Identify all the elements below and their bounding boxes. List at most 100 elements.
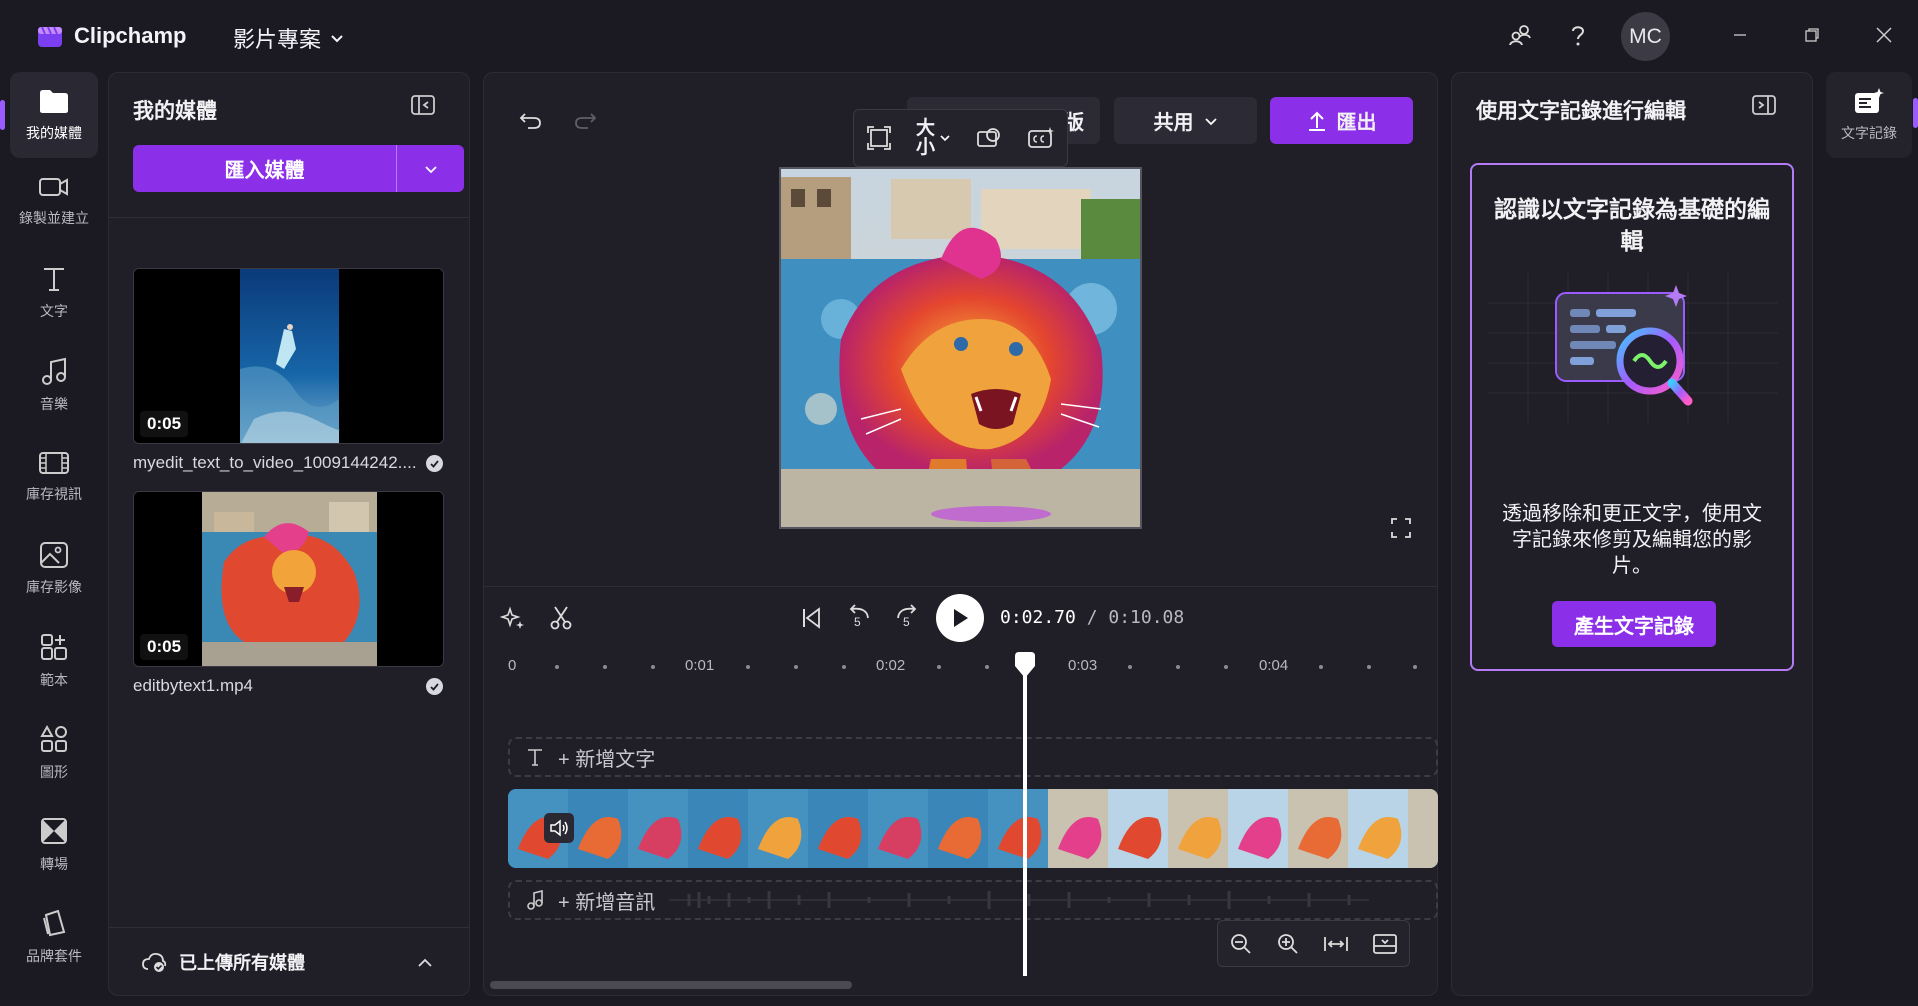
duration-badge: 0:05 <box>140 634 189 660</box>
rail-label: 文字記錄 <box>1841 125 1897 141</box>
transcript-panel: 使用文字記錄進行編輯 認識以文字記錄為基礎的編輯 透過移除和更正文字，使用文字記… <box>1451 72 1813 996</box>
ruler-tick <box>1367 665 1371 669</box>
export-label: 匯出 <box>1336 112 1377 134</box>
current-time: 0:02.70 <box>1000 607 1076 628</box>
lion-preview-frame <box>781 169 1140 527</box>
nav-text[interactable]: 文字 <box>10 250 98 336</box>
ruler-tick <box>985 665 989 669</box>
nav-label: 庫存視訊 <box>26 486 82 502</box>
transcript-icon <box>1855 88 1884 113</box>
play-button[interactable] <box>936 594 984 642</box>
media-thumbnail[interactable]: 0:05 <box>133 491 444 667</box>
clipchamp-logo-icon <box>38 26 62 47</box>
rewind-seconds: 5 <box>854 615 861 629</box>
nav-record-create[interactable]: 錄製並建立 <box>10 158 98 244</box>
rail-transcript[interactable]: 文字記錄 <box>1826 72 1912 158</box>
import-options-dropdown[interactable] <box>397 145 464 192</box>
rewind-5s-icon[interactable]: 5 <box>845 603 873 631</box>
right-rail: 文字記錄 <box>1824 70 1918 1006</box>
ruler-tick <box>651 665 655 669</box>
text-icon <box>44 268 64 291</box>
video-clip-track[interactable] <box>508 789 1438 868</box>
volume-icon[interactable] <box>544 813 574 843</box>
video-filmstrip <box>508 789 1438 868</box>
close-icon[interactable] <box>1869 20 1899 50</box>
nav-shapes[interactable]: 圖形 <box>10 710 98 796</box>
share-button[interactable]: 共用 <box>1114 97 1257 144</box>
redo-icon[interactable] <box>571 106 599 134</box>
collapse-timeline-icon[interactable] <box>1372 933 1398 955</box>
help-icon[interactable] <box>1564 22 1592 50</box>
add-text-track[interactable]: + 新增文字 <box>508 737 1438 777</box>
image-icon <box>40 542 68 568</box>
nav-my-media[interactable]: 我的媒體 <box>10 72 98 158</box>
chevron-up-icon[interactable] <box>417 956 433 968</box>
cloud-check-icon <box>142 952 167 972</box>
uploaded-check-icon <box>426 455 443 472</box>
media-panel: 我的媒體 匯入媒體 0:05 myedit_text_to_video_1009… <box>108 72 470 996</box>
undo-icon[interactable] <box>517 106 545 134</box>
video-preview[interactable] <box>779 167 1142 529</box>
divider <box>109 217 469 218</box>
add-audio-track[interactable]: + 新增音訊 <box>508 880 1438 920</box>
color-fill-icon[interactable] <box>975 126 1003 150</box>
nav-stock-video[interactable]: 庫存視訊 <box>10 434 98 520</box>
transcript-panel-title: 使用文字記錄進行編輯 <box>1476 100 1686 123</box>
timeline-scrollbar[interactable] <box>490 981 852 989</box>
nav-templates[interactable]: 範本 <box>10 618 98 704</box>
film-icon <box>39 452 69 474</box>
upload-arrow-icon <box>1308 111 1325 131</box>
chevron-down-icon <box>1204 117 1217 125</box>
zoom-in-icon[interactable] <box>1276 932 1300 956</box>
nav-stock-image[interactable]: 庫存影像 <box>10 526 98 612</box>
avatar[interactable]: MC <box>1621 12 1670 61</box>
folder-icon <box>40 90 68 113</box>
playhead[interactable] <box>1023 660 1027 976</box>
zoom-out-icon[interactable] <box>1229 932 1253 956</box>
audio-waveform <box>669 891 1370 909</box>
share-people-icon[interactable] <box>1506 22 1534 50</box>
template-icon <box>41 634 67 660</box>
card-title: 認識以文字記錄為基礎的編輯 <box>1494 196 1770 254</box>
magic-sparkle-icon[interactable] <box>499 604 527 632</box>
skip-to-start-icon[interactable] <box>797 604 825 632</box>
forward-seconds: 5 <box>903 615 910 629</box>
project-name-dropdown[interactable]: 影片專案 <box>233 22 345 54</box>
timeline-zoom-controls <box>1217 920 1410 967</box>
split-scissors-icon[interactable] <box>547 604 575 632</box>
captions-sparkle-icon[interactable] <box>1027 126 1055 150</box>
media-thumbnail[interactable]: 0:05 <box>133 268 444 444</box>
collapse-panel-icon[interactable] <box>409 91 437 119</box>
total-time: / 0:10.08 <box>1086 607 1185 628</box>
nav-label: 音樂 <box>40 396 68 412</box>
generate-transcript-button[interactable]: 產生文字記錄 <box>1552 601 1716 647</box>
nav-brand-kit[interactable]: 品牌套件 <box>10 894 98 980</box>
text-icon <box>528 749 542 766</box>
music-icon <box>42 357 66 385</box>
divider <box>483 586 1438 587</box>
collapse-right-panel-icon[interactable] <box>1750 91 1778 119</box>
title-bar: Clipchamp 影片專案 MC <box>0 0 1918 70</box>
nav-transitions[interactable]: 轉場 <box>10 802 98 888</box>
fit-timeline-icon[interactable] <box>1323 934 1349 954</box>
ruler-label: 0:03 <box>1068 657 1098 674</box>
crop-fit-icon[interactable] <box>866 125 892 151</box>
import-media-button[interactable]: 匯入媒體 <box>133 145 464 192</box>
restore-icon[interactable] <box>1797 20 1827 50</box>
duration-badge: 0:05 <box>140 411 189 437</box>
time-display: 0:02.70 / 0:10.08 <box>1000 607 1184 628</box>
upload-status-bar[interactable]: 已上傳所有媒體 <box>109 927 469 995</box>
nav-music[interactable]: 音樂 <box>10 342 98 428</box>
forward-5s-icon[interactable]: 5 <box>893 603 921 631</box>
music-note-icon <box>527 890 543 910</box>
minimize-icon[interactable] <box>1725 20 1755 50</box>
fullscreen-icon[interactable] <box>1387 514 1415 542</box>
ruler-tick <box>555 665 559 669</box>
ruler-tick <box>1224 665 1228 669</box>
size-dropdown[interactable]: 大 小 <box>916 119 951 157</box>
playhead-handle[interactable] <box>1011 652 1039 680</box>
import-media-label[interactable]: 匯入媒體 <box>133 145 397 192</box>
export-button[interactable]: 匯出 <box>1270 97 1413 144</box>
transcript-intro-card: 認識以文字記錄為基礎的編輯 透過移除和更正文字，使用文字記錄來修剪及編輯您的影片… <box>1470 163 1794 671</box>
add-audio-label: + 新增音訊 <box>558 891 656 914</box>
